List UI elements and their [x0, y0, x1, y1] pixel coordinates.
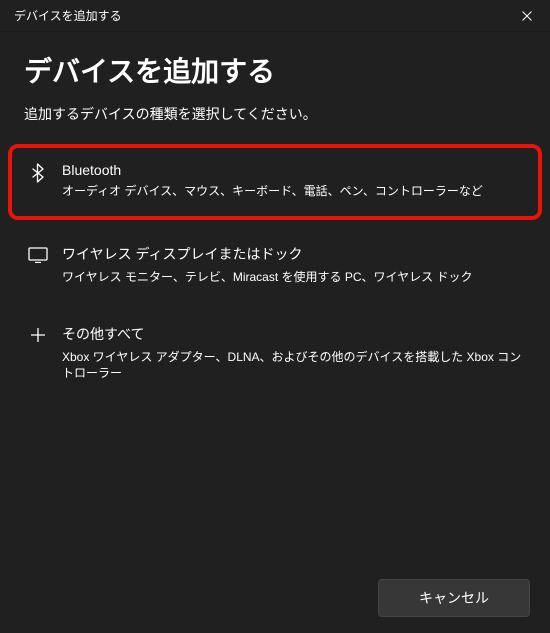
option-text: ワイヤレス ディスプレイまたはドック ワイヤレス モニター、テレビ、Miraca… — [62, 244, 522, 286]
option-title: ワイヤレス ディスプレイまたはドック — [62, 244, 522, 264]
option-bluetooth[interactable]: Bluetooth オーディオ デバイス、マウス、キーボード、電話、ペン、コント… — [8, 144, 542, 220]
close-icon — [522, 11, 532, 21]
option-text: Bluetooth オーディオ デバイス、マウス、キーボード、電話、ペン、コント… — [62, 162, 522, 200]
cancel-button[interactable]: キャンセル — [378, 579, 530, 617]
options-list: Bluetooth オーディオ デバイス、マウス、キーボード、電話、ペン、コント… — [8, 144, 542, 402]
bluetooth-icon — [28, 163, 48, 183]
option-wireless-display[interactable]: ワイヤレス ディスプレイまたはドック ワイヤレス モニター、テレビ、Miraca… — [8, 226, 542, 306]
option-title: Bluetooth — [62, 162, 522, 178]
plus-icon — [28, 325, 48, 345]
footer: キャンセル — [378, 579, 530, 617]
page-subtitle: 追加するデバイスの種類を選択してください。 — [24, 104, 526, 124]
option-other[interactable]: その他すべて Xbox ワイヤレス アダプター、DLNA、およびその他のデバイス… — [8, 306, 542, 403]
titlebar-title: デバイスを追加する — [14, 7, 122, 24]
option-text: その他すべて Xbox ワイヤレス アダプター、DLNA、およびその他のデバイス… — [62, 324, 522, 383]
close-button[interactable] — [504, 0, 550, 32]
display-icon — [28, 245, 48, 265]
option-desc: Xbox ワイヤレス アダプター、DLNA、およびその他のデバイスを搭載した X… — [62, 349, 522, 383]
option-desc: ワイヤレス モニター、テレビ、Miracast を使用する PC、ワイヤレス ド… — [62, 269, 522, 286]
option-title: その他すべて — [62, 324, 522, 344]
page-title: デバイスを追加する — [24, 50, 526, 90]
titlebar: デバイスを追加する — [0, 0, 550, 32]
option-desc: オーディオ デバイス、マウス、キーボード、電話、ペン、コントローラーなど — [62, 183, 522, 200]
content-area: デバイスを追加する 追加するデバイスの種類を選択してください。 Bluetoot… — [0, 32, 550, 402]
